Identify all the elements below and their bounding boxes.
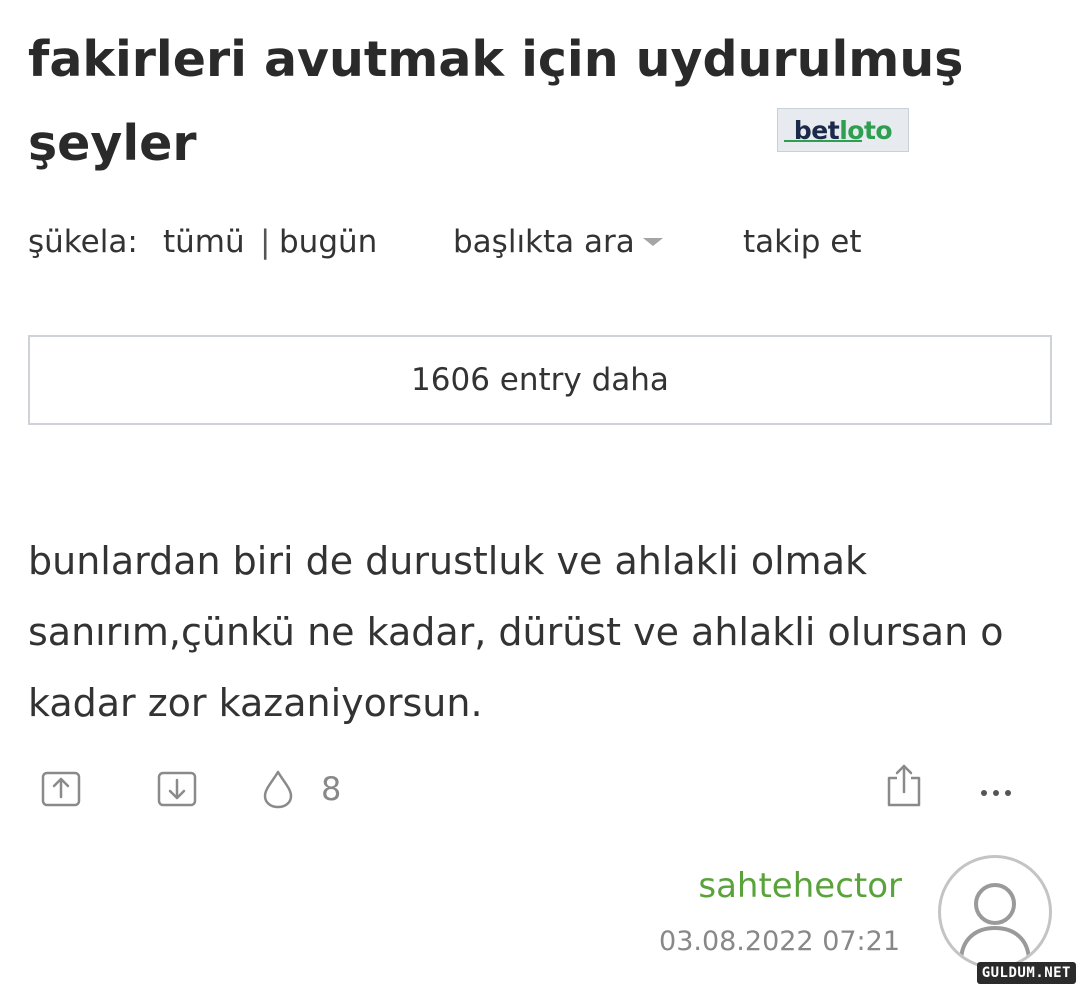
author-link[interactable]: sahtehector: [698, 866, 902, 906]
chevron-down-icon: [642, 237, 663, 246]
upvote-button[interactable]: [41, 768, 81, 810]
entry-content: bunlardan biri de durustluk ve ahlakli o…: [28, 539, 1004, 725]
search-in-topic-label: başlıkta ara: [453, 224, 635, 260]
ad-logo-underline: [784, 140, 862, 142]
user-avatar-icon: [959, 883, 1031, 963]
follow-button[interactable]: takip et: [743, 224, 861, 260]
favorite-button[interactable]: [258, 768, 298, 810]
favorite-count[interactable]: 8: [321, 770, 341, 808]
more-options-button[interactable]: [976, 768, 1016, 810]
arrow-down-box-icon: [157, 771, 197, 807]
topic-title[interactable]: fakirleri avutmak için uydurulmuş şeyler: [28, 18, 1028, 186]
more-entries-label: 1606 entry daha: [411, 362, 669, 398]
entry-timestamp[interactable]: 03.08.2022 07:21: [659, 926, 900, 957]
more-entries-button[interactable]: 1606 entry daha: [28, 335, 1052, 425]
drop-icon: [263, 770, 293, 809]
arrow-up-box-icon: [41, 771, 81, 807]
site-watermark: GULDUM.NET: [976, 962, 1076, 984]
share-icon: [887, 764, 921, 807]
sukela-all-link[interactable]: tümü: [163, 224, 245, 260]
ellipsis-icon: [981, 790, 1011, 796]
sukela-today-link[interactable]: bugün: [279, 224, 377, 260]
share-button[interactable]: [884, 764, 924, 807]
betloto-ad-logo[interactable]: bet loto: [777, 108, 909, 152]
author-avatar[interactable]: [938, 855, 1052, 969]
sukela-separator: |: [260, 224, 271, 260]
downvote-button[interactable]: [157, 768, 197, 810]
topic-toolbar: şükela: tümü | bugün başlıkta ara takip …: [28, 224, 1028, 268]
sukela-label: şükela:: [28, 224, 138, 260]
search-in-topic-dropdown[interactable]: başlıkta ara: [453, 224, 663, 260]
